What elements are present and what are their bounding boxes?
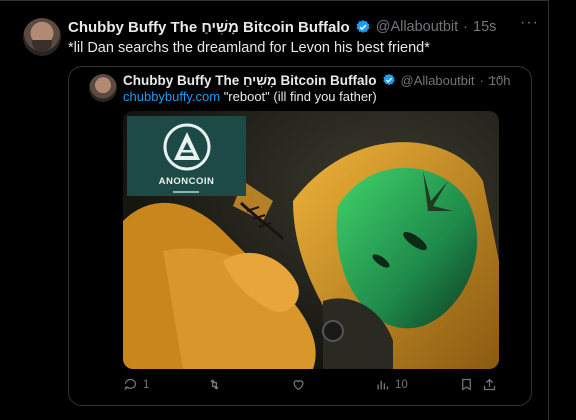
views-count: 10 xyxy=(395,378,408,391)
bookmark-button[interactable] xyxy=(459,377,474,392)
quoted-tweet-header: Chubby Buffy The מָשִׁיחַ Bitcoin Buffal… xyxy=(123,71,511,89)
more-icon[interactable]: ··· xyxy=(520,14,539,32)
reply-button[interactable]: 1 xyxy=(123,377,149,392)
quoted-media-image[interactable]: ANONCOIN xyxy=(123,111,499,369)
timeline-top-divider xyxy=(0,0,548,1)
anoncoin-logo: ANONCOIN xyxy=(127,116,246,196)
like-button[interactable] xyxy=(291,377,311,392)
anoncoin-text: ANONCOIN xyxy=(158,176,215,187)
reply-icon xyxy=(124,378,137,391)
timeline-right-divider xyxy=(548,0,549,420)
quoted-header-separator: · xyxy=(479,72,484,88)
tweet-header: Chubby Buffy The מָשִׁיחַ Bitcoin Buffal… xyxy=(68,18,496,36)
quoted-action-bar: 1 10 xyxy=(123,377,499,395)
like-icon xyxy=(293,380,304,391)
author-display-name[interactable]: Chubby Buffy The מָשִׁיחַ Bitcoin Buffal… xyxy=(68,19,350,36)
quoted-link[interactable]: chubbybuffy.com xyxy=(123,89,220,104)
header-separator: · xyxy=(463,19,468,35)
quoted-author-display-name[interactable]: Chubby Buffy The מָשִׁיחַ Bitcoin Buffal… xyxy=(123,73,377,88)
quoted-author-avatar[interactable] xyxy=(89,74,117,102)
repost-icon xyxy=(210,379,219,390)
verified-badge-icon xyxy=(356,20,370,33)
verified-badge-icon xyxy=(382,73,395,86)
repost-button[interactable] xyxy=(207,377,227,392)
quoted-author-handle[interactable]: @Allaboutbit xyxy=(401,73,475,88)
views-icon xyxy=(377,380,389,390)
views-button[interactable]: 10 xyxy=(375,377,408,392)
anoncoin-logo-icon xyxy=(163,123,211,171)
author-handle[interactable]: @Allaboutbit xyxy=(376,19,458,35)
share-button[interactable] xyxy=(482,377,497,392)
share-icon xyxy=(483,378,496,391)
quoted-text-body: "reboot" (ill find you father) xyxy=(220,89,377,104)
tweet-text: *lil Dan searchs the dreamland for Levon… xyxy=(68,40,430,56)
bookmark-icon xyxy=(462,378,471,391)
quoted-tweet-text: chubbybuffy.com "reboot" (ill find you f… xyxy=(123,89,377,104)
quoted-more-icon[interactable]: ··· xyxy=(487,69,502,86)
anoncoin-underline xyxy=(173,191,199,193)
tweet-timestamp[interactable]: 15s xyxy=(473,19,496,35)
author-avatar[interactable] xyxy=(23,18,61,56)
quoted-tweet-card[interactable]: Chubby Buffy The מָשִׁיחַ Bitcoin Buffal… xyxy=(68,66,532,406)
reply-count: 1 xyxy=(143,378,150,391)
